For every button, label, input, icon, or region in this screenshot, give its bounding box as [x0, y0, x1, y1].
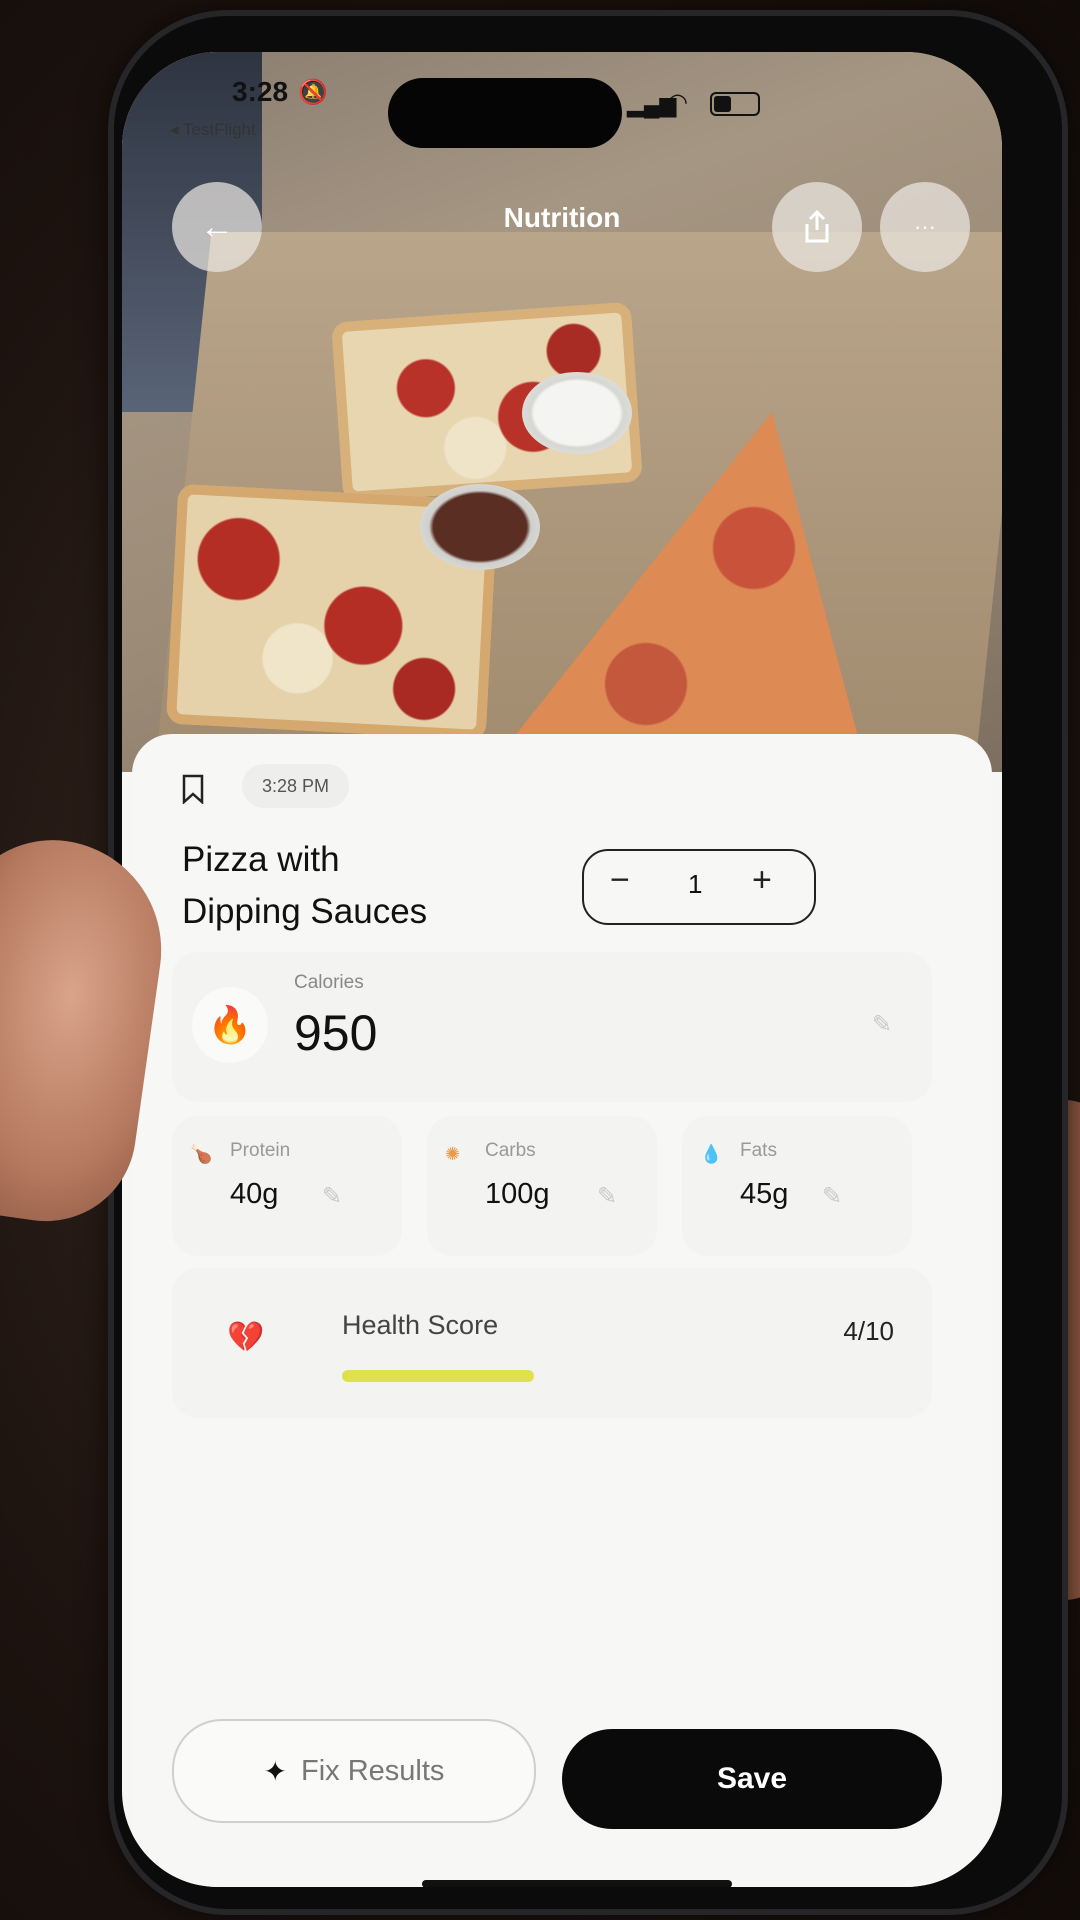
more-horizontal-icon: ···	[914, 214, 936, 239]
silent-bell-icon: 🔕	[298, 79, 328, 106]
macro-label: Carbs	[485, 1140, 536, 1161]
health-score-bar	[342, 1370, 822, 1382]
wifi-icon: ◠	[667, 89, 688, 116]
quantity-stepper: − 1 +	[582, 849, 816, 925]
status-time: 3:28	[232, 76, 289, 107]
save-label: Save	[716, 1762, 788, 1795]
dynamic-island	[388, 78, 622, 148]
food-photo	[122, 52, 1002, 772]
dark-sauce-cup	[420, 484, 540, 570]
macro-card-fats[interactable]: 💧 Fats 45g ✎	[682, 1116, 912, 1256]
macro-value: 40g	[230, 1178, 279, 1210]
drumstick-icon: 🍗	[190, 1144, 213, 1164]
fix-results-label: Fix Results	[301, 1754, 445, 1787]
app-screen: 3:28 🔕 ◂ TestFlight ▂▄▆ ◠ ← Nutrition ··…	[122, 52, 1002, 1887]
increment-button[interactable]: +	[752, 861, 772, 900]
nutrition-sheet: 3:28 PM Pizza with Dipping Sauces − 1 + …	[132, 734, 992, 1887]
macro-card-carbs[interactable]: ✺ Carbs 100g ✎	[427, 1116, 657, 1256]
macro-card-protein[interactable]: 🍗 Protein 40g ✎	[172, 1116, 402, 1256]
macro-value: 100g	[485, 1178, 550, 1210]
edit-pencil-icon[interactable]: ✎	[322, 1182, 342, 1211]
battery-icon	[710, 92, 760, 116]
status-bar: 3:28 🔕 ◂ TestFlight ▂▄▆ ◠	[122, 62, 1002, 152]
calories-card[interactable]: 🔥 Calories 950 ✎	[172, 952, 932, 1102]
more-button[interactable]: ···	[880, 182, 970, 272]
calories-value: 950	[294, 1005, 378, 1061]
share-button[interactable]	[772, 182, 862, 272]
wheat-icon: ✺	[445, 1144, 461, 1164]
save-button[interactable]: Save	[562, 1729, 942, 1829]
timestamp-chip: 3:28 PM	[242, 764, 350, 808]
sparkle-icon: ✦	[263, 1755, 288, 1787]
share-icon	[805, 210, 829, 243]
back-to-app-link[interactable]: ◂ TestFlight	[170, 120, 256, 140]
macro-label: Fats	[740, 1140, 777, 1161]
health-score-label: Health Score	[342, 1310, 499, 1340]
white-sauce-cup	[522, 372, 632, 454]
home-indicator[interactable]	[422, 1880, 732, 1887]
decrement-button[interactable]: −	[610, 861, 630, 900]
health-score-value: 4/10	[843, 1316, 894, 1346]
edit-pencil-icon[interactable]: ✎	[872, 1010, 892, 1039]
battery-fill	[714, 96, 731, 112]
edit-pencil-icon[interactable]: ✎	[822, 1182, 842, 1211]
bookmark-icon[interactable]	[182, 774, 204, 804]
macro-label: Protein	[230, 1140, 291, 1161]
page-title: Nutrition	[503, 202, 621, 233]
macro-value: 45g	[740, 1178, 789, 1210]
dish-name: Pizza with Dipping Sauces	[182, 834, 562, 938]
quantity-value: 1	[688, 869, 703, 899]
health-score-bar-fill	[342, 1370, 534, 1382]
edit-pencil-icon[interactable]: ✎	[597, 1182, 617, 1211]
calories-label: Calories	[294, 972, 364, 993]
fix-results-button[interactable]: ✦ Fix Results	[172, 1719, 536, 1823]
dish-name-line1: Pizza with	[182, 840, 340, 879]
dish-name-line2: Dipping Sauces	[182, 892, 428, 931]
broken-heart-icon: 💔	[227, 1321, 265, 1354]
droplet-icon: 💧	[700, 1144, 723, 1164]
health-score-card[interactable]: 💔 Health Score 4/10	[172, 1268, 932, 1418]
flame-icon: 🔥	[192, 987, 268, 1063]
